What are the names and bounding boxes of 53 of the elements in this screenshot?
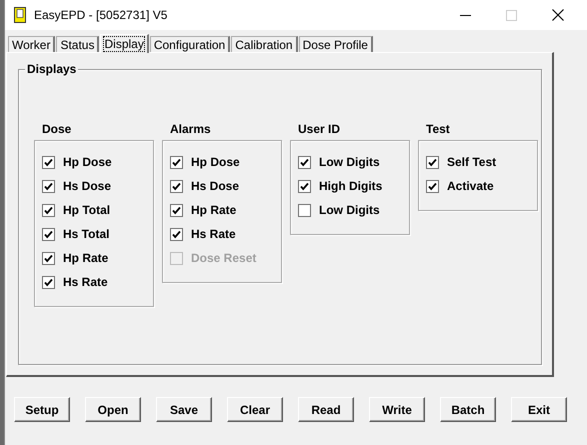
section-title: Alarms: [169, 122, 212, 138]
checkbox-label[interactable]: Hs Total: [63, 227, 110, 241]
checkbox-label[interactable]: Hs Dose: [191, 179, 240, 193]
checkbox[interactable]: [426, 156, 439, 168]
tab[interactable]: Display: [100, 34, 149, 53]
minimize-icon[interactable]: [460, 14, 471, 16]
checkbox-label[interactable]: Hp Total: [63, 203, 110, 217]
checkbox-label[interactable]: Self Test: [447, 155, 496, 169]
tab[interactable]: Configuration: [150, 36, 230, 52]
toolbar-button[interactable]: Open: [85, 397, 141, 422]
tab[interactable]: Status: [56, 36, 100, 52]
toolbar-button[interactable]: Save: [156, 397, 212, 422]
section-title: Dose: [41, 122, 72, 138]
toolbar-button[interactable]: Setup: [14, 397, 70, 422]
section-title: Test: [425, 122, 451, 138]
checkbox[interactable]: [42, 204, 55, 216]
window-title: EasyEPD - [5052731] V5: [34, 8, 168, 22]
toolbar-button[interactable]: Clear: [227, 397, 283, 422]
checkbox-label[interactable]: Hp Dose: [63, 155, 112, 169]
checkbox[interactable]: [170, 228, 183, 240]
checkbox[interactable]: [42, 156, 55, 168]
checkbox-label[interactable]: High Digits: [319, 179, 382, 193]
group-title: Displays: [25, 62, 78, 76]
checkbox[interactable]: [298, 204, 311, 216]
checkbox[interactable]: [42, 276, 55, 288]
checkbox-label[interactable]: Hp Rate: [191, 203, 236, 217]
checkbox[interactable]: [170, 180, 183, 192]
checkbox[interactable]: [426, 180, 439, 192]
checkbox[interactable]: [170, 204, 183, 216]
tab[interactable]: Dose Profile: [298, 36, 373, 52]
checkbox[interactable]: [298, 156, 311, 168]
checkbox-label[interactable]: Hp Dose: [191, 155, 240, 169]
checkbox-label[interactable]: Hs Dose: [63, 179, 112, 193]
close-icon[interactable]: [552, 9, 564, 21]
checkbox-label[interactable]: Activate: [447, 179, 494, 193]
tab[interactable]: Worker: [8, 36, 56, 52]
checkbox[interactable]: [42, 252, 55, 264]
checkbox-label[interactable]: Low Digits: [319, 155, 380, 169]
tab[interactable]: Calibration: [231, 36, 298, 52]
toolbar-button[interactable]: Write: [369, 397, 425, 422]
checkbox-label[interactable]: Hs Rate: [191, 227, 236, 241]
checkbox[interactable]: [42, 180, 55, 192]
toolbar-button[interactable]: Batch: [440, 397, 496, 422]
checkbox[interactable]: [170, 156, 183, 168]
toolbar-button[interactable]: Read: [298, 397, 354, 422]
checkbox-label[interactable]: Hp Rate: [63, 251, 108, 265]
section-title: User ID: [297, 122, 342, 138]
checkbox[interactable]: [42, 228, 55, 240]
checkbox-label[interactable]: Low Digits: [319, 203, 380, 217]
toolbar-button[interactable]: Exit: [511, 397, 567, 422]
checkbox[interactable]: [298, 180, 311, 192]
checkbox-label[interactable]: Hs Rate: [63, 275, 108, 289]
app-icon: [14, 7, 26, 23]
